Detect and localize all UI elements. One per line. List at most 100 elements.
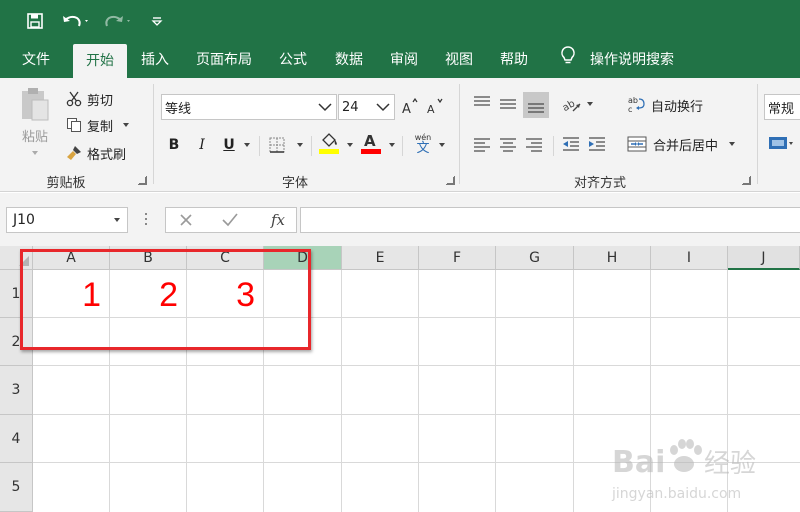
tab-home[interactable]: 开始	[73, 44, 127, 78]
chevron-down-icon	[318, 101, 332, 116]
column-header-c[interactable]: C	[187, 246, 264, 270]
copy-button[interactable]: 复制	[66, 114, 130, 136]
increase-font-icon[interactable]: A	[401, 96, 421, 118]
formula-bar-grip[interactable]	[145, 213, 148, 227]
row-header-2[interactable]: 2	[0, 318, 33, 366]
number-format-combo[interactable]: 常规	[764, 94, 800, 120]
column-header-g[interactable]: G	[496, 246, 574, 270]
font-name-value: 等线	[165, 101, 192, 117]
underline-button[interactable]: U	[220, 134, 238, 156]
phonetic-guide-button[interactable]: wén 文	[411, 130, 435, 158]
chevron-down-icon[interactable]	[114, 218, 120, 222]
chevron-down-icon	[376, 101, 390, 116]
cancel-icon[interactable]	[168, 207, 204, 233]
chevron-down-icon[interactable]	[729, 142, 736, 146]
cut-button[interactable]: 剪切	[66, 88, 113, 110]
bold-button[interactable]: B	[165, 134, 183, 156]
gridline	[650, 270, 651, 512]
align-left-icon[interactable]	[471, 132, 495, 156]
column-header-f[interactable]: F	[419, 246, 496, 270]
cell-a1[interactable]: 1	[33, 276, 110, 318]
number-format-value: 常规	[768, 101, 795, 117]
chevron-down-icon[interactable]	[439, 143, 445, 147]
chevron-down-icon[interactable]	[389, 143, 395, 147]
insert-function-button[interactable]: fx	[262, 207, 294, 233]
chevron-down-icon[interactable]	[123, 123, 130, 127]
cell-b1[interactable]: 2	[110, 276, 187, 318]
align-right-icon[interactable]	[523, 132, 547, 156]
redo-icon[interactable]	[100, 6, 136, 36]
italic-button[interactable]: I	[193, 134, 211, 156]
merge-center-label: 合并后居中	[653, 138, 719, 154]
gridline	[341, 270, 342, 512]
formula-input[interactable]	[300, 207, 800, 233]
row-header-1[interactable]: 1	[0, 270, 33, 318]
column-header-a[interactable]: A	[33, 246, 110, 270]
font-size-value: 24	[342, 99, 359, 115]
gridline	[495, 270, 496, 512]
select-all-button[interactable]	[0, 246, 33, 270]
divider	[259, 136, 260, 156]
tab-file[interactable]: 文件	[10, 42, 62, 78]
gridline	[33, 365, 800, 366]
lightbulb-icon	[560, 44, 576, 80]
accounting-format-icon[interactable]	[768, 132, 794, 156]
save-icon[interactable]	[22, 6, 48, 36]
group-divider	[757, 84, 758, 184]
chevron-down-icon[interactable]	[587, 102, 593, 106]
tab-view[interactable]: 视图	[436, 42, 482, 78]
align-bottom-icon[interactable]	[523, 92, 549, 118]
tab-page-layout[interactable]: 页面布局	[188, 42, 260, 78]
ribbon: 粘贴 剪切 复制 格式刷 剪贴板 等线 24 A A B I U A wén 文…	[0, 78, 800, 192]
chevron-down-icon[interactable]	[347, 143, 353, 147]
column-header-d[interactable]: D	[264, 246, 342, 270]
increase-indent-icon[interactable]	[586, 132, 610, 156]
gridline	[33, 462, 800, 463]
cell-c1[interactable]: 3	[187, 276, 264, 318]
tab-data[interactable]: 数据	[326, 42, 372, 78]
tab-review[interactable]: 审阅	[381, 42, 427, 78]
chevron-down-icon[interactable]	[244, 143, 250, 147]
column-header-e[interactable]: E	[342, 246, 419, 270]
chevron-down-icon[interactable]	[297, 143, 303, 147]
format-painter-label: 格式刷	[87, 147, 127, 163]
decrease-font-icon[interactable]: A	[426, 96, 446, 118]
fill-color-icon[interactable]	[318, 130, 340, 156]
clipboard-launcher-icon[interactable]	[138, 176, 147, 185]
paste-label: 粘贴	[21, 130, 48, 145]
format-painter-button[interactable]: 格式刷	[66, 142, 126, 164]
merge-center-button[interactable]: 合并后居中	[627, 133, 736, 155]
tab-insert[interactable]: 插入	[132, 42, 178, 78]
svg-text:c: c	[628, 105, 632, 114]
enter-check-icon[interactable]	[212, 207, 248, 233]
row-header-3[interactable]: 3	[0, 366, 33, 415]
row-header-5[interactable]: 5	[0, 463, 33, 512]
font-color-icon[interactable]: A	[360, 130, 382, 156]
group-divider	[459, 84, 460, 184]
font-size-combo[interactable]: 24	[338, 94, 395, 120]
wrap-text-button[interactable]: ab c 自动换行	[627, 94, 703, 116]
decrease-indent-icon[interactable]	[560, 132, 584, 156]
align-center-icon[interactable]	[497, 132, 521, 156]
worksheet-grid[interactable]: A B C D E F G H I J 1 2 3 4 5 1 2 3	[0, 246, 800, 512]
borders-icon[interactable]	[268, 134, 286, 156]
orientation-icon[interactable]: ab	[560, 92, 582, 116]
column-header-b[interactable]: B	[110, 246, 187, 270]
align-top-icon[interactable]	[471, 92, 495, 116]
alignment-launcher-icon[interactable]	[742, 176, 751, 185]
row-header-4[interactable]: 4	[0, 415, 33, 463]
column-header-i[interactable]: I	[651, 246, 728, 270]
font-launcher-icon[interactable]	[446, 176, 455, 185]
column-header-h[interactable]: H	[574, 246, 651, 270]
customize-toolbar-icon[interactable]	[148, 6, 166, 36]
tell-me-search[interactable]: 操作说明搜索	[560, 42, 674, 78]
font-name-combo[interactable]: 等线	[161, 94, 337, 120]
tab-formulas[interactable]: 公式	[270, 42, 316, 78]
column-header-j[interactable]: J	[728, 246, 800, 270]
align-middle-icon[interactable]	[497, 92, 521, 116]
merge-center-icon	[627, 135, 647, 153]
name-box[interactable]: J10	[6, 207, 128, 233]
tab-help[interactable]: 帮助	[491, 42, 537, 78]
undo-icon[interactable]	[58, 6, 94, 36]
paste-button[interactable]: 粘贴	[12, 86, 58, 160]
